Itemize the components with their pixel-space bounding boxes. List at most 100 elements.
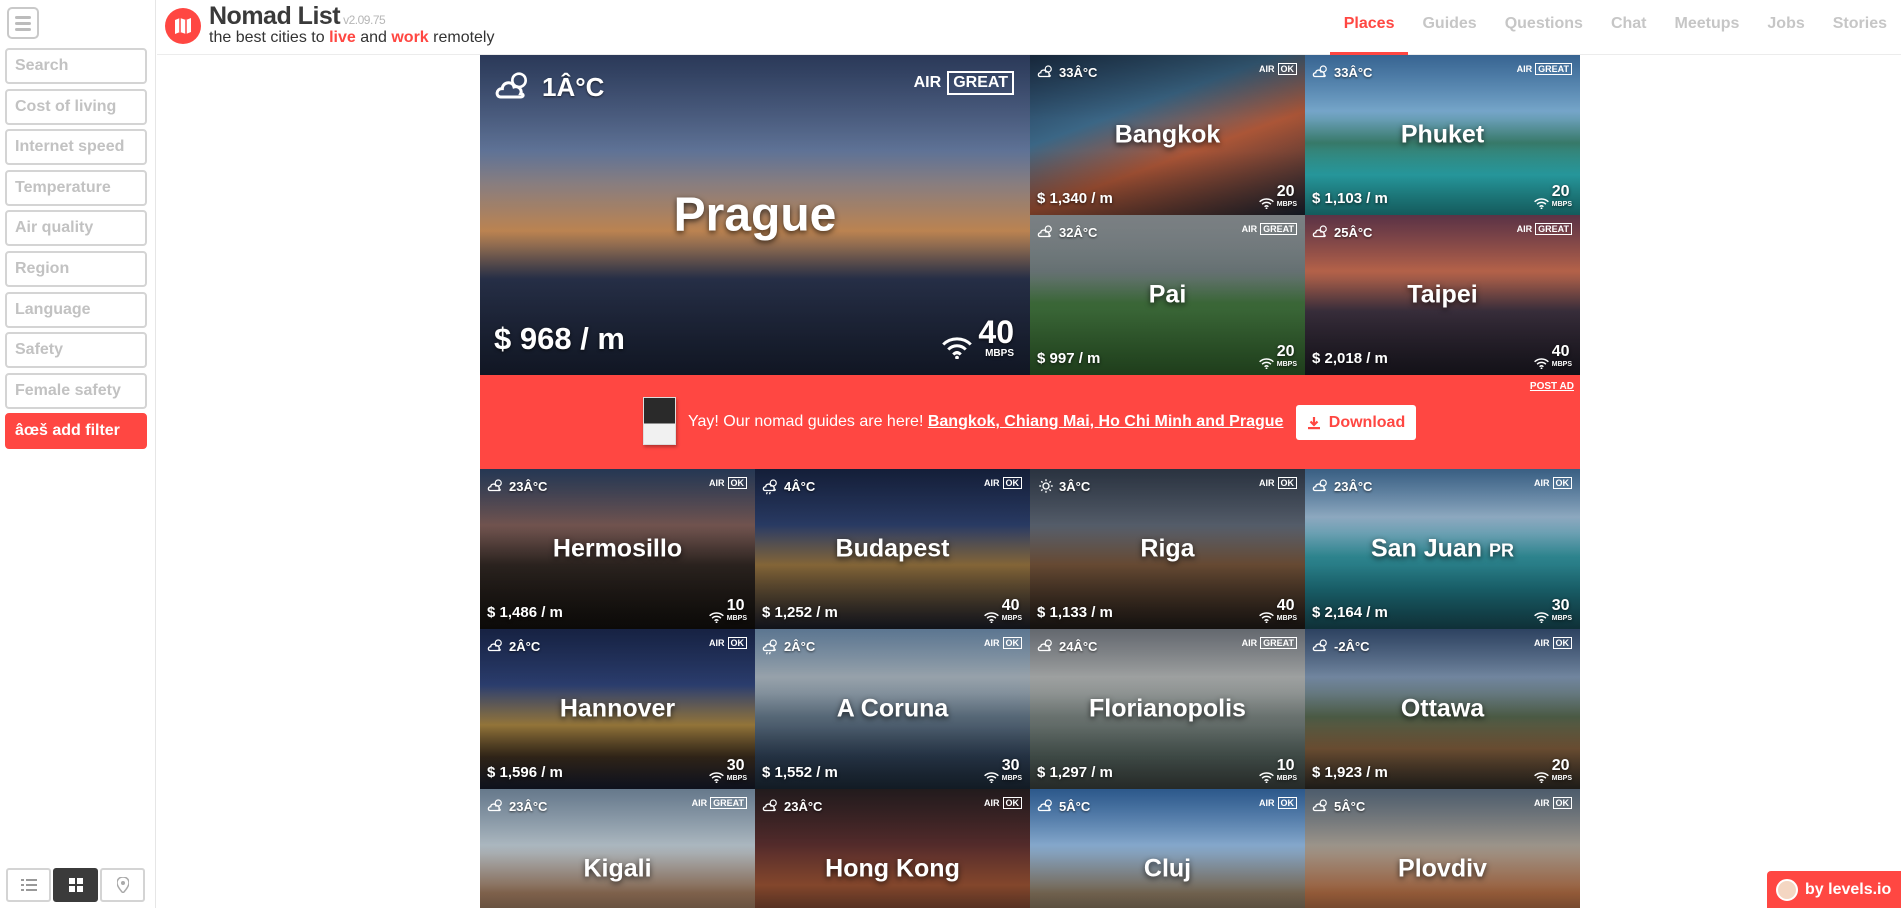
tagline: the best cities to live and work remotel… — [209, 29, 494, 47]
air-label: AIR — [1516, 224, 1533, 234]
filter-temperature[interactable]: Temperature — [5, 169, 147, 206]
cost-of-living: $ 2,018 / m — [1312, 350, 1388, 367]
filter-search[interactable]: Search — [5, 48, 147, 84]
cloud-sun-icon — [1312, 65, 1327, 78]
city-name-text: Bangkok — [1114, 120, 1221, 149]
city-tile[interactable]: 33Â°C AIR OK Bangkok $ 1,340 / m 20 MBPS — [1030, 55, 1305, 215]
city-name: Riga — [1030, 535, 1305, 564]
city-tile[interactable]: 5Â°C AIR OK Plovdiv — [1305, 789, 1580, 908]
city-name-text: Kigali — [583, 854, 652, 883]
nav-chat[interactable]: Chat — [1597, 0, 1661, 55]
city-name-text: Hannover — [559, 694, 676, 723]
mbps-unit: MBPS — [1551, 775, 1572, 782]
city-tile[interactable]: 32Â°C AIR GREAT Pai $ 997 / m 20 MBPS — [1030, 215, 1305, 375]
air-quality-badge: GREAT — [710, 797, 747, 809]
city-name-text: A Coruna — [836, 694, 949, 723]
city-tile[interactable]: 23Â°C AIR OK Hong Kong — [755, 789, 1030, 908]
filter-air-quality[interactable]: Air quality — [5, 210, 147, 247]
filter-list: Search Cost of living Internet speed Tem… — [5, 48, 147, 454]
list-icon — [20, 879, 37, 891]
download-label: Download — [1328, 413, 1406, 431]
list-view-button[interactable] — [6, 868, 51, 902]
air-quality-badge: OK — [1002, 797, 1022, 809]
add-filter-button[interactable]: âœš add filter — [5, 413, 147, 450]
nav-stories[interactable]: Stories — [1819, 0, 1901, 55]
city-name: Taipei — [1305, 281, 1580, 310]
menu-button[interactable] — [7, 7, 39, 39]
city-tile[interactable]: -2Â°C AIR OK Ottawa $ 1,923 / m 20 MBPS — [1305, 629, 1580, 789]
download-button[interactable]: Download — [1296, 405, 1416, 440]
nav-guides[interactable]: Guides — [1408, 0, 1490, 55]
version-label: v2.09.75 — [343, 13, 386, 27]
cost-of-living: $ 1,252 / m — [762, 604, 838, 621]
cost-of-living: $ 1,596 / m — [487, 764, 563, 781]
mbps-number: 30 — [1551, 597, 1570, 614]
nav-places[interactable]: Places — [1329, 0, 1409, 55]
air-quality: AIR OK — [984, 477, 1022, 489]
city-name-text: Pai — [1148, 280, 1187, 309]
city-tile[interactable]: 23Â°C AIR OK San Juan PR $ 2,164 / m 30 MBPS — [1305, 469, 1580, 629]
city-tile[interactable]: 2Â°C AIR OK Hannover $ 1,596 / m 30 MBPS — [480, 629, 755, 789]
temperature-value: 3Â°C — [1059, 478, 1091, 494]
post-ad-link[interactable]: POST AD — [1530, 381, 1574, 392]
city-tile[interactable]: 4Â°C AIR OK Budapest $ 1,252 / m 40 MBPS — [755, 469, 1030, 629]
city-tile[interactable]: 1Â°C AIR GREAT Prague $ 968 / m 40 MBPS — [480, 55, 1030, 375]
air-label: AIR — [1516, 64, 1533, 74]
air-quality-badge: OK — [1552, 477, 1572, 489]
air-label: AIR — [984, 638, 1000, 648]
air-quality-badge: OK — [1277, 797, 1297, 809]
air-quality-badge: OK — [1002, 637, 1022, 649]
cloud-sun-icon — [487, 479, 502, 492]
city-tile[interactable]: 5Â°C AIR OK Cluj — [1030, 789, 1305, 908]
temperature-value: 5Â°C — [1334, 798, 1366, 814]
nav-jobs[interactable]: Jobs — [1753, 0, 1818, 55]
wifi-icon — [1533, 357, 1549, 369]
mbps-number: 10 — [726, 597, 745, 614]
cloud-sun-icon — [1037, 799, 1052, 812]
nav-meetups[interactable]: Meetups — [1661, 0, 1754, 55]
city-tile[interactable]: 23Â°C AIR GREAT Kigali — [480, 789, 755, 908]
map-icon — [175, 18, 191, 34]
maker-badge[interactable]: by levels.io — [1767, 871, 1901, 908]
city-name-text: Plovdiv — [1398, 854, 1487, 883]
air-quality-badge: GREAT — [1260, 637, 1297, 649]
city-tile[interactable]: 33Â°C AIR GREAT Phuket $ 1,103 / m 20 MBPS — [1305, 55, 1580, 215]
city-tile[interactable]: 23Â°C AIR OK Hermosillo $ 1,486 / m 10 MBPS — [480, 469, 755, 629]
city-tile[interactable]: 2Â°C AIR OK A Coruna $ 1,552 / m 30 MBPS — [755, 629, 1030, 789]
filter-female-safety[interactable]: Female safety — [5, 372, 147, 409]
city-name: Budapest — [755, 535, 1030, 564]
maker-label: by levels.io — [1805, 880, 1892, 898]
nomad-list-logo[interactable] — [165, 8, 201, 44]
grid-view-button[interactable] — [53, 868, 98, 902]
filter-internet-speed[interactable]: Internet speed — [5, 129, 147, 166]
city-name-text: Prague — [673, 188, 837, 242]
cloud-rain-icon — [762, 479, 777, 495]
city-name-text: San Juan — [1370, 534, 1483, 563]
temperature-value: -2Â°C — [1334, 638, 1370, 654]
map-pin-icon — [116, 877, 129, 893]
cloud-sun-icon — [1312, 799, 1327, 812]
wifi-icon — [1533, 197, 1549, 209]
internet-speed-value: 20 MBPS — [1552, 757, 1572, 783]
temperature: 25Â°C — [1312, 223, 1372, 241]
air-quality-badge: GREAT — [1535, 223, 1572, 235]
filter-safety[interactable]: Safety — [5, 332, 147, 369]
promo-guides-link[interactable]: Bangkok, Chiang Mai, Ho Chi Minh and Pra… — [928, 413, 1284, 430]
nav-questions[interactable]: Questions — [1491, 0, 1597, 55]
filter-language[interactable]: Language — [5, 291, 147, 328]
brand[interactable]: Nomad List v2.09.75 the best cities to li… — [209, 2, 494, 47]
city-tile[interactable]: 24Â°C AIR GREAT Florianopolis $ 1,297 / m 10 M… — [1030, 629, 1305, 789]
city-tile[interactable]: 25Â°C AIR GREAT Taipei $ 2,018 / m 40 MBPS — [1305, 215, 1580, 375]
temperature: 4Â°C — [762, 477, 815, 495]
map-view-button[interactable] — [100, 868, 145, 902]
view-switch — [6, 868, 147, 902]
city-name: Pai — [1030, 281, 1305, 310]
wifi-icon — [1533, 771, 1549, 783]
air-label: AIR — [709, 478, 725, 488]
filter-region[interactable]: Region — [5, 250, 147, 287]
air-quality: AIR OK — [1534, 637, 1572, 649]
air-quality: AIR OK — [709, 477, 747, 489]
city-tile[interactable]: 3Â°C AIR OK Riga $ 1,133 / m 40 MBPS — [1030, 469, 1305, 629]
menu-icon — [15, 16, 31, 19]
filter-cost-of-living[interactable]: Cost of living — [5, 88, 147, 125]
